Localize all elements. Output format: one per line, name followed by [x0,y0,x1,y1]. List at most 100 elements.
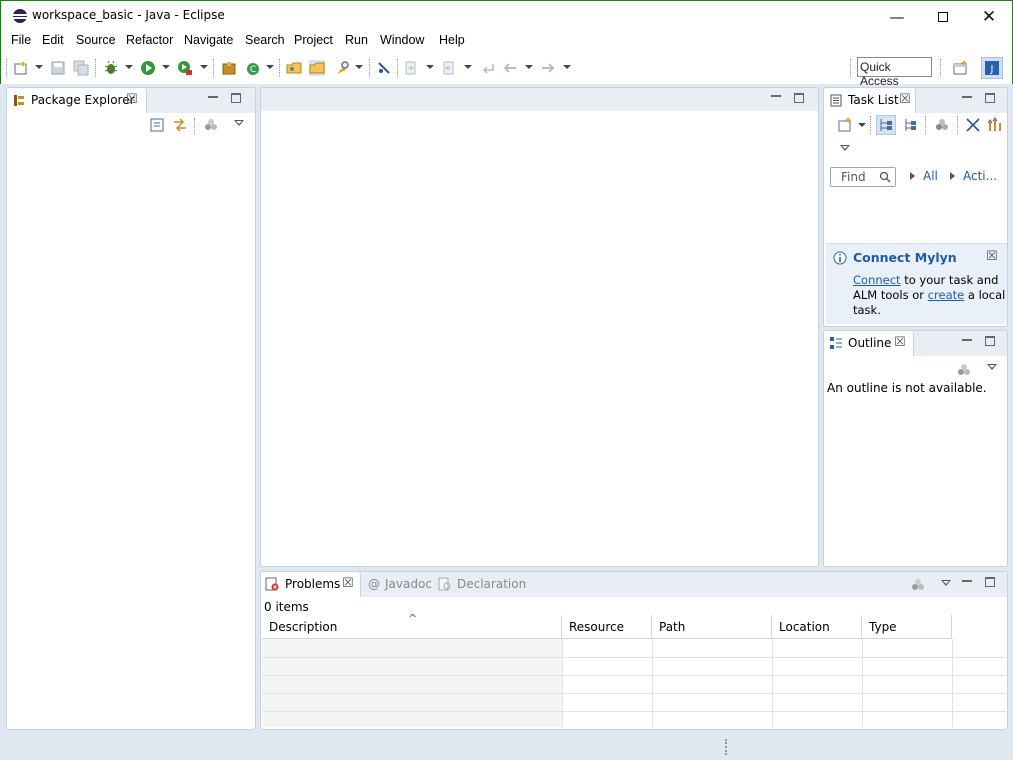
debug-dropdown-icon[interactable] [125,65,133,69]
maximize-window-button[interactable] [920,1,966,32]
save-all-icon[interactable] [73,60,89,76]
column-header-path[interactable]: Path [652,615,772,639]
connect-link[interactable]: Connect [853,273,901,287]
close-window-button[interactable]: ✕ [966,1,1012,32]
quick-access-field[interactable]: Quick Access [857,57,932,88]
minimize-icon[interactable] [962,339,972,341]
new-icon[interactable] [13,60,29,76]
open-task-icon[interactable] [309,60,325,76]
collapse-all-icon[interactable] [150,118,164,132]
menu-file[interactable]: File [11,33,31,47]
next-annotation-icon[interactable] [403,60,419,76]
scheduled-icon[interactable] [903,117,919,133]
menu-edit[interactable]: Edit [42,33,64,47]
find-field[interactable]: Find [830,167,896,187]
focus-on-workweek-icon[interactable] [935,118,949,132]
editor-area[interactable] [260,87,819,567]
java-perspective-icon[interactable]: J [981,57,1003,79]
menu-search[interactable]: Search [245,33,285,47]
close-tab-icon[interactable]: ☒ [126,92,138,107]
magnifier-icon [879,171,891,183]
last-edit-location-icon[interactable] [479,60,495,76]
debug-icon[interactable] [103,60,119,76]
new-task-icon[interactable] [837,117,853,133]
tab-task-list[interactable]: Task List ☒ [824,88,916,113]
menu-refactor[interactable]: Refactor [126,33,173,47]
external-tools-dropdown-icon[interactable] [200,65,208,69]
run-dropdown-icon[interactable] [162,65,170,69]
minimize-icon[interactable] [962,96,972,98]
minimize-window-button[interactable]: — [874,1,920,32]
tab-package-explorer[interactable]: Package Explorer ☒ [7,88,147,113]
view-menu-icon[interactable] [987,364,997,370]
previous-annotation-dropdown-icon[interactable] [464,65,472,69]
outline-icon [830,337,842,349]
column-label: Resource [569,620,625,634]
activate-task-link[interactable]: Acti... [963,169,997,183]
focus-on-active-task-icon[interactable] [911,578,925,592]
close-tab-icon[interactable]: ☒ [342,576,354,591]
collapse-all-tasks-icon[interactable] [965,117,981,133]
create-link[interactable]: create [928,288,965,302]
column-divider [952,639,953,727]
save-icon[interactable] [50,60,66,76]
menu-project[interactable]: Project [294,33,333,47]
maximize-icon[interactable] [985,577,995,587]
forward-icon[interactable] [540,60,556,76]
focus-on-active-task-icon[interactable] [957,363,971,377]
view-menu-icon[interactable] [840,145,850,151]
back-icon[interactable] [502,60,518,76]
toggle-mark-occurrences-icon[interactable] [376,60,392,76]
tab-declaration[interactable]: Declaration [457,577,526,591]
run-icon[interactable] [140,60,156,76]
view-menu-icon[interactable] [234,120,244,126]
maximize-icon[interactable] [985,93,995,103]
menu-help[interactable]: Help [439,33,465,47]
new-class-dropdown-icon[interactable] [266,65,274,69]
menu-source[interactable]: Source [76,33,116,47]
search-dropdown-icon[interactable] [355,65,363,69]
forward-dropdown-icon[interactable] [563,65,571,69]
run-external-tools-icon[interactable] [177,60,193,76]
connect-text: a local [964,288,1006,302]
open-perspective-icon[interactable] [952,60,968,76]
new-dropdown-icon[interactable] [35,65,43,69]
focus-on-active-task-icon[interactable] [204,118,218,132]
column-header-location[interactable]: Location [772,615,862,639]
minimize-icon[interactable] [208,96,218,98]
status-bar-grip[interactable] [725,739,727,755]
column-header-description[interactable]: Description ^ [262,612,562,639]
open-type-icon[interactable] [286,60,302,76]
close-tab-icon[interactable]: ☒ [899,92,911,107]
all-link[interactable]: All [923,169,938,183]
tab-outline[interactable]: Outline ☒ [824,331,914,356]
problems-title: Problems [285,577,341,591]
menu-window[interactable]: Window [380,33,424,47]
tab-javadoc[interactable]: Javadoc [385,577,432,591]
next-annotation-dropdown-icon[interactable] [426,65,434,69]
column-header-resource[interactable]: Resource [562,615,652,639]
menu-run[interactable]: Run [345,33,368,47]
maximize-icon[interactable] [231,93,241,103]
menu-navigate[interactable]: Navigate [184,33,233,47]
tab-problems[interactable]: Problems ☒ [261,572,361,597]
window-title: workspace_basic - Java - Eclipse [32,8,225,22]
categorized-icon[interactable] [876,115,896,135]
maximize-icon[interactable] [985,336,995,346]
previous-annotation-icon[interactable] [441,60,457,76]
task-list-panel: Task List ☒ Find All Acti... Connect Myl… [823,87,1008,327]
minimize-icon[interactable] [771,95,781,97]
new-java-class-icon[interactable]: C [245,60,261,76]
column-header-type[interactable]: Type [862,615,952,639]
back-dropdown-icon[interactable] [525,65,533,69]
new-task-dropdown-icon[interactable] [858,123,866,127]
view-menu-icon[interactable] [941,580,951,586]
close-tab-icon[interactable]: ☒ [894,335,906,350]
new-java-package-icon[interactable] [221,60,237,76]
link-with-editor-icon[interactable] [172,117,188,133]
search-icon[interactable] [334,60,350,76]
maximize-icon[interactable] [794,93,804,103]
synchronize-changed-icon[interactable] [987,117,1003,133]
close-notification-icon[interactable]: ☒ [986,249,998,264]
minimize-icon[interactable] [962,580,972,582]
